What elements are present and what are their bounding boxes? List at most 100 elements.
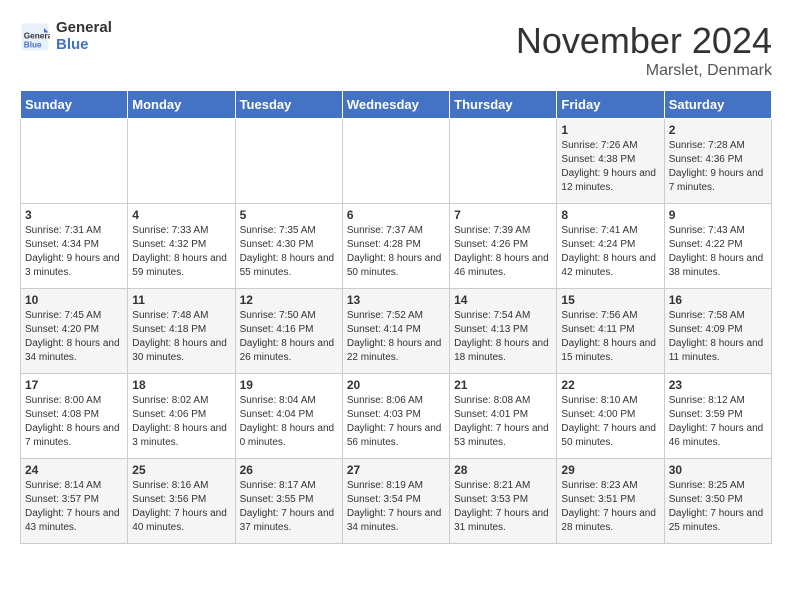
day-info: Sunrise: 8:06 AM Sunset: 4:03 PM Dayligh…: [347, 394, 445, 450]
calendar-cell: 30 Sunrise: 8:25 AM Sunset: 3:50 PM Dayli…: [664, 459, 771, 544]
page-container: General Blue General Blue November 2024 …: [0, 0, 792, 554]
day-number: 23: [669, 378, 767, 392]
calendar-cell: 8 Sunrise: 7:41 AM Sunset: 4:24 PM Daylig…: [557, 204, 664, 289]
calendar-cell: 19 Sunrise: 8:04 AM Sunset: 4:04 PM Dayli…: [235, 374, 342, 459]
day-info: Sunrise: 8:10 AM Sunset: 4:00 PM Dayligh…: [561, 394, 659, 450]
calendar-cell: 22Sunrise: 8:10 AM Sunset: 4:00 PM Dayli…: [557, 374, 664, 459]
day-number: 28: [454, 463, 552, 477]
day-info: Sunrise: 7:43 AM Sunset: 4:22 PM Dayligh…: [669, 224, 767, 280]
day-info: Sunrise: 7:41 AM Sunset: 4:24 PM Dayligh…: [561, 224, 659, 280]
calendar-cell: 21 Sunrise: 8:08 AM Sunset: 4:01 PM Dayli…: [450, 374, 557, 459]
calendar-cell: 5Sunrise: 7:35 AM Sunset: 4:30 PM Daylig…: [235, 204, 342, 289]
day-info: Sunrise: 7:48 AM Sunset: 4:18 PM Dayligh…: [132, 309, 230, 365]
day-number: 15: [561, 293, 659, 307]
day-number: 24: [25, 463, 123, 477]
col-thursday: Thursday: [450, 91, 557, 119]
col-saturday: Saturday: [664, 91, 771, 119]
day-number: 4: [132, 208, 230, 222]
svg-text:Blue: Blue: [24, 40, 42, 49]
day-number: 6: [347, 208, 445, 222]
day-number: 18: [132, 378, 230, 392]
day-info: Sunrise: 7:45 AM Sunset: 4:20 PM Dayligh…: [25, 309, 123, 365]
calendar-cell: 11Sunrise: 7:48 AM Sunset: 4:18 PM Dayli…: [128, 289, 235, 374]
day-info: Sunrise: 7:58 AM Sunset: 4:09 PM Dayligh…: [669, 309, 767, 365]
day-info: Sunrise: 8:16 AM Sunset: 3:56 PM Dayligh…: [132, 479, 230, 535]
calendar-week-5: 24Sunrise: 8:14 AM Sunset: 3:57 PM Dayli…: [21, 459, 772, 544]
calendar-cell: 20 Sunrise: 8:06 AM Sunset: 4:03 PM Dayli…: [342, 374, 449, 459]
calendar-header-row: Sunday Monday Tuesday Wednesday Thursday…: [21, 91, 772, 119]
day-number: 19: [240, 378, 338, 392]
calendar-cell: 23 Sunrise: 8:12 AM Sunset: 3:59 PM Dayli…: [664, 374, 771, 459]
calendar-week-3: 10 Sunrise: 7:45 AM Sunset: 4:20 PM Dayli…: [21, 289, 772, 374]
col-wednesday: Wednesday: [342, 91, 449, 119]
day-info: Sunrise: 7:35 AM Sunset: 4:30 PM Dayligh…: [240, 224, 338, 280]
day-info: Sunrise: 7:33 AM Sunset: 4:32 PM Dayligh…: [132, 224, 230, 280]
day-info: Sunrise: 8:08 AM Sunset: 4:01 PM Dayligh…: [454, 394, 552, 450]
calendar-cell: 28 Sunrise: 8:21 AM Sunset: 3:53 PM Dayli…: [450, 459, 557, 544]
logo-icon: General Blue: [20, 22, 50, 52]
logo-line1: General: [56, 20, 112, 37]
calendar-table: Sunday Monday Tuesday Wednesday Thursday…: [20, 90, 772, 544]
calendar-cell: 24Sunrise: 8:14 AM Sunset: 3:57 PM Dayli…: [21, 459, 128, 544]
calendar-week-4: 17Sunrise: 8:00 AM Sunset: 4:08 PM Dayli…: [21, 374, 772, 459]
day-number: 30: [669, 463, 767, 477]
day-info: Sunrise: 8:02 AM Sunset: 4:06 PM Dayligh…: [132, 394, 230, 450]
calendar-cell: 9Sunrise: 7:43 AM Sunset: 4:22 PM Daylig…: [664, 204, 771, 289]
col-monday: Monday: [128, 91, 235, 119]
day-number: 25: [132, 463, 230, 477]
calendar-cell: 3Sunrise: 7:31 AM Sunset: 4:34 PM Daylig…: [21, 204, 128, 289]
location: Marslet, Denmark: [516, 62, 772, 80]
col-tuesday: Tuesday: [235, 91, 342, 119]
calendar-cell: [21, 119, 128, 204]
calendar-cell: [235, 119, 342, 204]
day-info: Sunrise: 8:23 AM Sunset: 3:51 PM Dayligh…: [561, 479, 659, 535]
day-number: 10: [25, 293, 123, 307]
month-title: November 2024: [516, 20, 772, 62]
day-info: Sunrise: 8:00 AM Sunset: 4:08 PM Dayligh…: [25, 394, 123, 450]
calendar-cell: [450, 119, 557, 204]
day-number: 27: [347, 463, 445, 477]
day-number: 20: [347, 378, 445, 392]
day-number: 16: [669, 293, 767, 307]
calendar-cell: 26 Sunrise: 8:17 AM Sunset: 3:55 PM Dayli…: [235, 459, 342, 544]
day-info: Sunrise: 8:04 AM Sunset: 4:04 PM Dayligh…: [240, 394, 338, 450]
calendar-cell: 1 Sunrise: 7:26 AM Sunset: 4:38 PM Daylig…: [557, 119, 664, 204]
calendar-cell: 14 Sunrise: 7:54 AM Sunset: 4:13 PM Dayli…: [450, 289, 557, 374]
day-number: 26: [240, 463, 338, 477]
col-friday: Friday: [557, 91, 664, 119]
calendar-cell: 18 Sunrise: 8:02 AM Sunset: 4:06 PM Dayli…: [128, 374, 235, 459]
day-number: 1: [561, 123, 659, 137]
day-info: Sunrise: 8:12 AM Sunset: 3:59 PM Dayligh…: [669, 394, 767, 450]
logo-line2: Blue: [56, 37, 112, 54]
calendar-cell: 12 Sunrise: 7:50 AM Sunset: 4:16 PM Dayli…: [235, 289, 342, 374]
day-info: Sunrise: 7:52 AM Sunset: 4:14 PM Dayligh…: [347, 309, 445, 365]
day-number: 13: [347, 293, 445, 307]
calendar-cell: 10 Sunrise: 7:45 AM Sunset: 4:20 PM Dayli…: [21, 289, 128, 374]
title-block: November 2024 Marslet, Denmark: [516, 20, 772, 80]
day-number: 8: [561, 208, 659, 222]
day-info: Sunrise: 7:28 AM Sunset: 4:36 PM Dayligh…: [669, 139, 767, 195]
svg-text:General: General: [24, 31, 50, 40]
calendar-cell: 6Sunrise: 7:37 AM Sunset: 4:28 PM Daylig…: [342, 204, 449, 289]
col-sunday: Sunday: [21, 91, 128, 119]
calendar-cell: 17Sunrise: 8:00 AM Sunset: 4:08 PM Dayli…: [21, 374, 128, 459]
day-info: Sunrise: 7:26 AM Sunset: 4:38 PM Dayligh…: [561, 139, 659, 195]
day-info: Sunrise: 7:56 AM Sunset: 4:11 PM Dayligh…: [561, 309, 659, 365]
day-number: 21: [454, 378, 552, 392]
logo: General Blue General Blue: [20, 20, 112, 53]
calendar-cell: 25 Sunrise: 8:16 AM Sunset: 3:56 PM Dayli…: [128, 459, 235, 544]
calendar-cell: 15 Sunrise: 7:56 AM Sunset: 4:11 PM Dayli…: [557, 289, 664, 374]
day-info: Sunrise: 7:39 AM Sunset: 4:26 PM Dayligh…: [454, 224, 552, 280]
day-number: 12: [240, 293, 338, 307]
page-header: General Blue General Blue November 2024 …: [20, 20, 772, 80]
calendar-week-2: 3Sunrise: 7:31 AM Sunset: 4:34 PM Daylig…: [21, 204, 772, 289]
day-info: Sunrise: 8:25 AM Sunset: 3:50 PM Dayligh…: [669, 479, 767, 535]
day-info: Sunrise: 7:50 AM Sunset: 4:16 PM Dayligh…: [240, 309, 338, 365]
calendar-cell: 27Sunrise: 8:19 AM Sunset: 3:54 PM Dayli…: [342, 459, 449, 544]
day-number: 14: [454, 293, 552, 307]
day-info: Sunrise: 7:54 AM Sunset: 4:13 PM Dayligh…: [454, 309, 552, 365]
calendar-week-1: 1 Sunrise: 7:26 AM Sunset: 4:38 PM Daylig…: [21, 119, 772, 204]
day-info: Sunrise: 8:21 AM Sunset: 3:53 PM Dayligh…: [454, 479, 552, 535]
calendar-cell: 2Sunrise: 7:28 AM Sunset: 4:36 PM Daylig…: [664, 119, 771, 204]
day-info: Sunrise: 8:17 AM Sunset: 3:55 PM Dayligh…: [240, 479, 338, 535]
